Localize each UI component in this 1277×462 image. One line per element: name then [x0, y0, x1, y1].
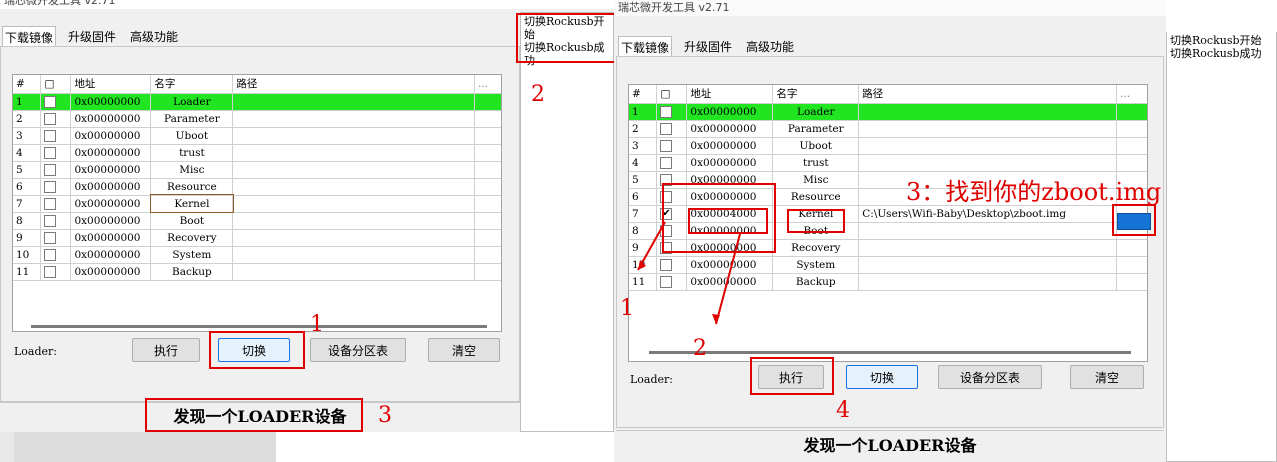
arrow-2 [715, 233, 741, 325]
annotation-arrows [637, 221, 741, 325]
arrow-2-head [712, 314, 720, 324]
